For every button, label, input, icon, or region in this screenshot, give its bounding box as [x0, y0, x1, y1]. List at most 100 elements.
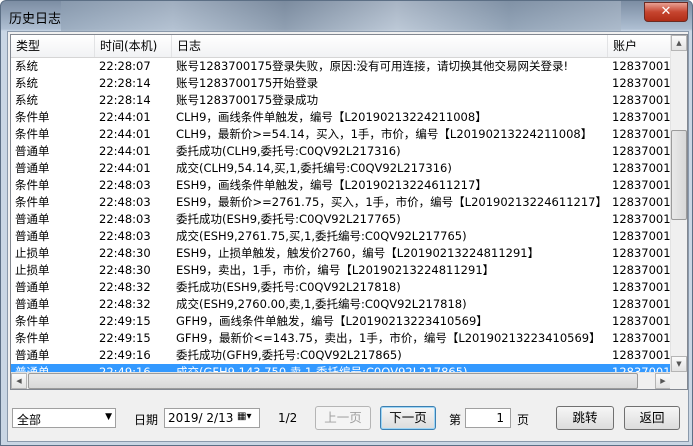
page-prefix-label: 第: [449, 413, 462, 427]
scroll-left-icon[interactable]: ◀: [11, 373, 27, 389]
vertical-scrollbar[interactable]: ▲ ▼: [670, 35, 687, 389]
table-row[interactable]: 条件单 22:44:01 CLH9，画线条件单触发，编号【L201902132242…: [11, 109, 673, 126]
log-table: 类型 时间(本机) 日志 账户 系统 22:28:07 账号1283700175登录…: [10, 34, 688, 390]
scroll-right-icon[interactable]: ▶: [655, 373, 671, 389]
cell-type: 普通单: [15, 280, 50, 294]
table-row[interactable]: 普通单 22:48:32 成交(ESH9,2760.00,卖,1,委托编号:C0QV…: [11, 296, 673, 313]
history-log-window: 历史日志 ✕ 类型 时间(本机) 日志 账户 系统 22:28:07 账号12837…: [0, 0, 693, 446]
cell-log: 委托成功(GFH9,委托号:C0QV92L217865): [176, 348, 402, 362]
table-row[interactable]: 条件单 22:49:15 GFH9，最新价<=143.75，卖出，1手，市价，编号【…: [11, 330, 673, 347]
cell-type: 普通单: [15, 161, 50, 175]
back-button[interactable]: 返回: [624, 406, 680, 430]
cell-log: 委托成功(ESH9,委托号:C0QV92L217818): [176, 280, 401, 294]
table-row[interactable]: 条件单 22:49:15 GFH9，画线条件单触发，编号【L201902132234…: [11, 313, 673, 330]
calendar-dropdown-icon[interactable]: ▦▾: [237, 411, 257, 425]
cell-log: CLH9，画线条件单触发，编号【L20190213224211008】: [176, 110, 487, 124]
cell-log: CLH9，最新价>=54.14，买入，1手，市价，编号【L20190213224…: [176, 127, 593, 141]
cell-type: 条件单: [15, 110, 50, 124]
vertical-scroll-thumb[interactable]: [671, 130, 687, 220]
cell-log: ESH9，止损单触发，触发价2760，编号【L20190213224811291…: [176, 246, 540, 260]
cell-log: ESH9，画线条件单触发，编号【L20190213224611217】: [176, 178, 487, 192]
cell-time: 22:49:16: [99, 348, 151, 362]
cell-time: 22:44:01: [99, 161, 151, 175]
cell-log: 账号1283700175登录失败，原因:没有可用连接，请切换其他交易网关登录!: [176, 59, 569, 73]
log-type-filter-value: 全部: [17, 413, 42, 427]
cell-log: 委托成功(CLH9,委托号:C0QV92L217316): [176, 144, 401, 158]
cell-type: 系统: [15, 76, 38, 90]
table-row[interactable]: 止损单 22:48:30 ESH9，卖出，1手，市价，编号【L20190213224…: [11, 262, 673, 279]
table-row[interactable]: 普通单 22:49:16 委托成功(GFH9,委托号:C0QV92L217865) 1…: [11, 347, 673, 364]
table-header: 类型 时间(本机) 日志 账户: [11, 35, 671, 58]
cell-account: 1283700175: [612, 59, 673, 73]
cell-time: 22:48:03: [99, 229, 151, 243]
cell-log: GFH9，画线条件单触发，编号【L20190213223410569】: [176, 314, 488, 328]
cell-account: 1283700175: [612, 348, 673, 362]
cell-type: 条件单: [15, 195, 50, 209]
cell-account: 1283700175: [612, 110, 673, 124]
column-header-type[interactable]: 类型: [11, 35, 95, 57]
table-row[interactable]: 条件单 22:48:03 ESH9，最新价>=2761.75，买入，1手，市价，编号…: [11, 194, 673, 211]
cell-time: 22:48:30: [99, 263, 151, 277]
cell-account: 1283700175: [612, 331, 673, 345]
table-row[interactable]: 普通单 22:44:01 委托成功(CLH9,委托号:C0QV92L217316) 1…: [11, 143, 673, 160]
table-row[interactable]: 普通单 22:44:01 成交(CLH9,54.14,买,1,委托编号:C0QV92…: [11, 160, 673, 177]
table-row[interactable]: 系统 22:28:07 账号1283700175登录失败，原因:没有可用连接，请切换…: [11, 58, 673, 75]
cell-time: 22:49:15: [99, 331, 151, 345]
cell-account: 1283700175: [612, 229, 673, 243]
cell-log: 账号1283700175开始登录: [176, 76, 319, 90]
cell-type: 普通单: [15, 144, 50, 158]
column-header-log[interactable]: 日志: [172, 35, 608, 57]
cell-time: 22:28:14: [99, 93, 151, 107]
table-body: 系统 22:28:07 账号1283700175登录失败，原因:没有可用连接，请切换…: [11, 58, 673, 381]
cell-type: 系统: [15, 93, 38, 107]
client-area: 类型 时间(本机) 日志 账户 系统 22:28:07 账号1283700175登录…: [7, 31, 689, 442]
horizontal-scrollbar[interactable]: ◀ ▶: [11, 372, 671, 389]
dropdown-arrow-icon[interactable]: ▼: [105, 412, 112, 422]
horizontal-scroll-thumb[interactable]: [28, 373, 638, 389]
cell-account: 1283700175: [612, 212, 673, 226]
cell-time: 22:48:32: [99, 280, 151, 294]
page-suffix-label: 页: [517, 413, 530, 427]
page-number-input[interactable]: 1: [465, 408, 511, 428]
title-bar[interactable]: 历史日志 ✕: [1, 1, 692, 31]
table-row[interactable]: 系统 22:28:14 账号1283700175开始登录 1283700175: [11, 75, 673, 92]
column-header-account[interactable]: 账户: [608, 35, 678, 57]
scrollbar-corner: [670, 372, 687, 389]
scroll-down-icon[interactable]: ▼: [671, 356, 687, 372]
cell-type: 止损单: [15, 246, 50, 260]
cell-account: 1283700175: [612, 314, 673, 328]
scroll-up-icon[interactable]: ▲: [671, 35, 687, 51]
cell-type: 普通单: [15, 229, 50, 243]
cell-type: 普通单: [15, 212, 50, 226]
cell-type: 条件单: [15, 314, 50, 328]
prev-page-button[interactable]: 上一页: [315, 406, 371, 430]
table-row[interactable]: 普通单 22:48:03 成交(ESH9,2761.75,买,1,委托编号:C0QV…: [11, 228, 673, 245]
table-row[interactable]: 条件单 22:48:03 ESH9，画线条件单触发，编号【L201902132246…: [11, 177, 673, 194]
cell-account: 1283700175: [612, 246, 673, 260]
cell-type: 条件单: [15, 331, 50, 345]
date-label: 日期: [134, 413, 159, 427]
cell-time: 22:48:03: [99, 212, 151, 226]
date-value: 2019/ 2/13: [168, 411, 234, 425]
table-row[interactable]: 普通单 22:48:03 委托成功(ESH9,委托号:C0QV92L217765) 1…: [11, 211, 673, 228]
jump-button[interactable]: 跳转: [556, 406, 614, 430]
next-page-button[interactable]: 下一页: [380, 406, 436, 430]
cell-type: 普通单: [15, 297, 50, 311]
table-row[interactable]: 止损单 22:48:30 ESH9，止损单触发，触发价2760，编号【L201902…: [11, 245, 673, 262]
cell-time: 22:28:07: [99, 59, 151, 73]
cell-time: 22:48:30: [99, 246, 151, 260]
cell-time: 22:44:01: [99, 110, 151, 124]
table-row[interactable]: 系统 22:28:14 账号1283700175登录成功 1283700175: [11, 92, 673, 109]
table-row[interactable]: 条件单 22:44:01 CLH9，最新价>=54.14，买入，1手，市价，编号【L…: [11, 126, 673, 143]
cell-type: 止损单: [15, 263, 50, 277]
cell-log: 账号1283700175登录成功: [176, 93, 319, 107]
table-row[interactable]: 普通单 22:48:32 委托成功(ESH9,委托号:C0QV92L217818) 1…: [11, 279, 673, 296]
close-icon[interactable]: ✕: [644, 2, 688, 22]
log-type-filter[interactable]: 全部 ▼: [12, 408, 116, 428]
cell-account: 1283700175: [612, 76, 673, 90]
cell-account: 1283700175: [612, 127, 673, 141]
date-picker[interactable]: 2019/ 2/13 ▦▾: [164, 408, 260, 428]
column-header-time[interactable]: 时间(本机): [95, 35, 172, 57]
cell-type: 条件单: [15, 178, 50, 192]
cell-account: 1283700175: [612, 161, 673, 175]
